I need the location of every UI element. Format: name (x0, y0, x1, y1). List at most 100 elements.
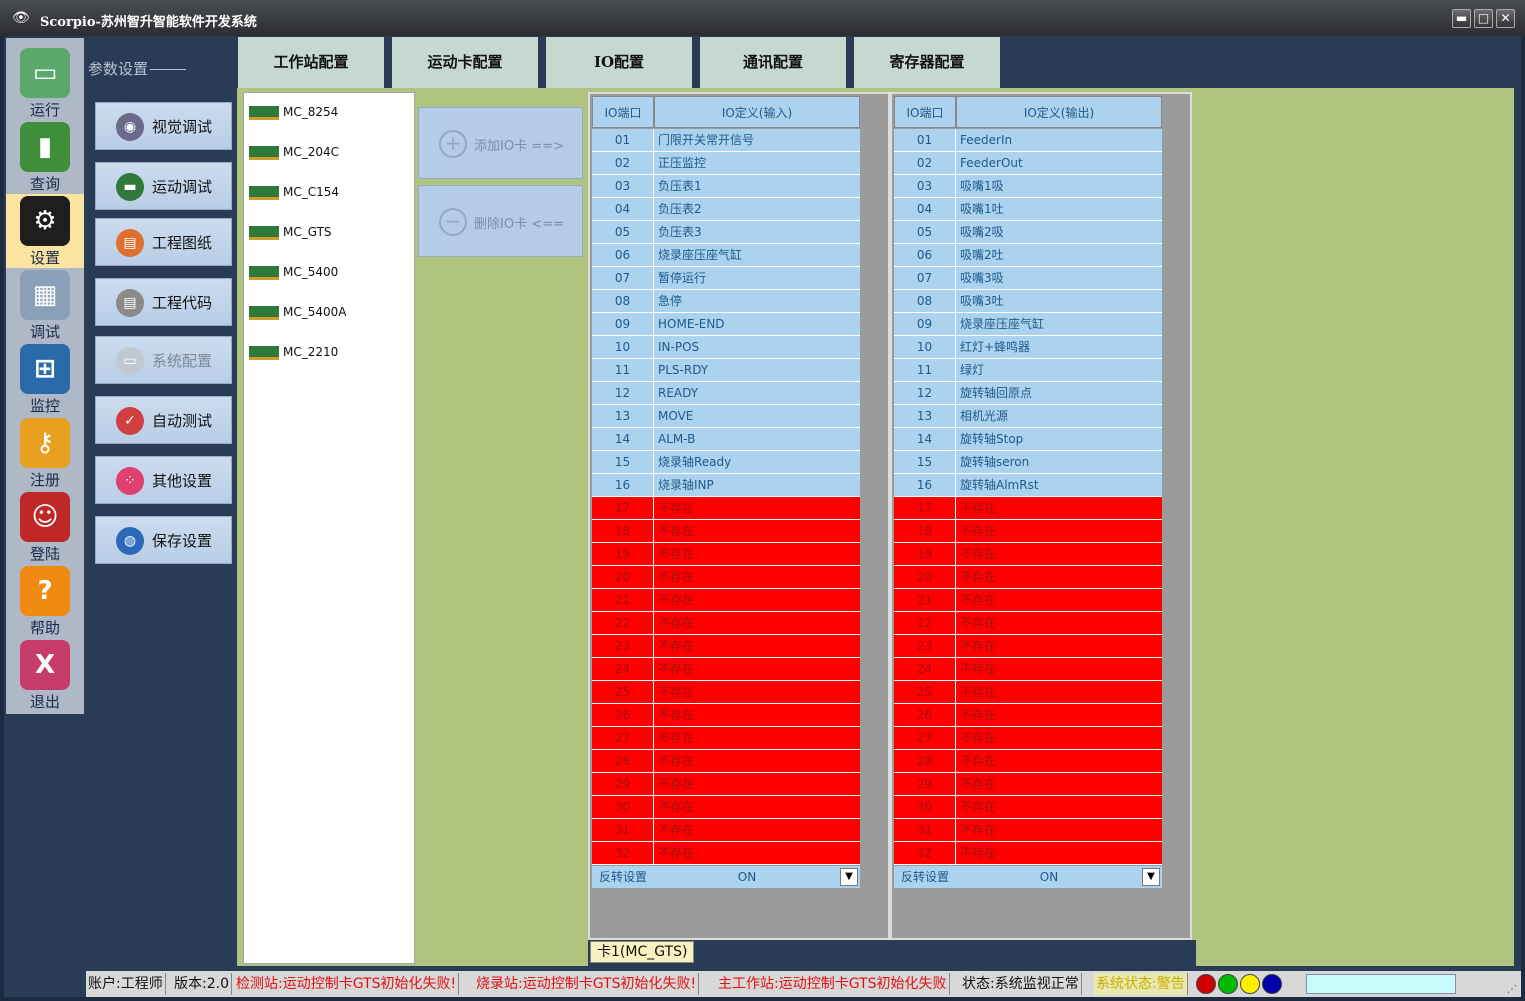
table-row[interactable]: 08 吸嘴3吐 (894, 290, 1162, 313)
param-button-5[interactable]: ✓ 自动测试 (95, 396, 232, 444)
table-row[interactable]: 10 红灯+蜂鸣器 (894, 336, 1162, 359)
table-row[interactable]: 28 不存在 (894, 750, 1162, 773)
reverse-setting-value[interactable]: ON (958, 866, 1140, 888)
table-row[interactable]: 28 不存在 (592, 750, 860, 773)
nav-item-6[interactable]: ☺ 登陆 (6, 490, 84, 564)
table-row[interactable]: 17 不存在 (894, 497, 1162, 520)
table-row[interactable]: 27 不存在 (592, 727, 860, 750)
nav-item-4[interactable]: ⊞ 监控 (6, 342, 84, 416)
nav-item-1[interactable]: ▮ 查询 (6, 120, 84, 194)
table-row[interactable]: 01 门限开关常开信号 (592, 129, 860, 152)
minimize-button[interactable]: ▬ (1452, 9, 1471, 28)
card-item[interactable]: MC_5400 (249, 262, 409, 286)
table-row[interactable]: 10 IN-POS (592, 336, 860, 359)
nav-item-2[interactable]: ⚙ 设置 (6, 194, 84, 268)
table-row[interactable]: 23 不存在 (592, 635, 860, 658)
table-row[interactable]: 07 暂停运行 (592, 267, 860, 290)
table-row[interactable]: 24 不存在 (592, 658, 860, 681)
table-row[interactable]: 25 不存在 (592, 681, 860, 704)
card-item[interactable]: MC_GTS (249, 222, 409, 246)
chevron-down-icon[interactable]: ▼ (1142, 868, 1160, 886)
table-row[interactable]: 15 旋转轴seron (894, 451, 1162, 474)
table-row[interactable]: 25 不存在 (894, 681, 1162, 704)
table-row[interactable]: 13 相机光源 (894, 405, 1162, 428)
param-button-7[interactable]: ◍ 保存设置 (95, 516, 232, 564)
table-row[interactable]: 22 不存在 (894, 612, 1162, 635)
table-row[interactable]: 14 ALM-B (592, 428, 860, 451)
table-row[interactable]: 11 绿灯 (894, 359, 1162, 382)
table-row[interactable]: 17 不存在 (592, 497, 860, 520)
table-row[interactable]: 27 不存在 (894, 727, 1162, 750)
table-row[interactable]: 12 READY (592, 382, 860, 405)
table-row[interactable]: 23 不存在 (894, 635, 1162, 658)
table-row[interactable]: 05 负压表3 (592, 221, 860, 244)
nav-item-3[interactable]: ▦ 调试 (6, 268, 84, 342)
table-row[interactable]: 06 吸嘴2吐 (894, 244, 1162, 267)
table-row[interactable]: 14 旋转轴Stop (894, 428, 1162, 451)
table-row[interactable]: 29 不存在 (592, 773, 860, 796)
table-row[interactable]: 04 负压表2 (592, 198, 860, 221)
param-button-2[interactable]: ▤ 工程图纸 (95, 218, 232, 266)
table-row[interactable]: 24 不存在 (894, 658, 1162, 681)
resize-grip-icon[interactable]: ⋰ (1507, 984, 1517, 995)
table-row[interactable]: 31 不存在 (894, 819, 1162, 842)
table-row[interactable]: 21 不存在 (592, 589, 860, 612)
card-item[interactable]: MC_2210 (249, 342, 409, 366)
table-row[interactable]: 16 烧录轴INP (592, 474, 860, 497)
param-button-1[interactable]: ▬ 运动调试 (95, 162, 232, 210)
table-row[interactable]: 02 FeederOut (894, 152, 1162, 175)
motion-card-list[interactable]: MC_8254 MC_204C MC_C154 MC_GTS MC_5400 MC_540… (243, 92, 415, 964)
table-row[interactable]: 32 不存在 (592, 842, 860, 865)
table-row[interactable]: 20 不存在 (894, 566, 1162, 589)
table-row[interactable]: 30 不存在 (592, 796, 860, 819)
table-row[interactable]: 12 旋转轴回原点 (894, 382, 1162, 405)
nav-item-7[interactable]: ? 帮助 (6, 564, 84, 638)
card-item[interactable]: MC_8254 (249, 102, 409, 126)
param-button-0[interactable]: ◉ 视觉调试 (95, 102, 232, 150)
nav-item-8[interactable]: X 退出 (6, 638, 84, 712)
table-row[interactable]: 19 不存在 (894, 543, 1162, 566)
table-row[interactable]: 22 不存在 (592, 612, 860, 635)
table-row[interactable]: 04 吸嘴1吐 (894, 198, 1162, 221)
table-row[interactable]: 11 PLS-RDY (592, 359, 860, 382)
table-row[interactable]: 29 不存在 (894, 773, 1162, 796)
chevron-down-icon[interactable]: ▼ (840, 868, 858, 886)
table-row[interactable]: 31 不存在 (592, 819, 860, 842)
card-tab[interactable]: 卡1(MC_GTS) (590, 941, 695, 963)
table-row[interactable]: 09 烧录座压座气缸 (894, 313, 1162, 336)
table-row[interactable]: 32 不存在 (894, 842, 1162, 865)
table-row[interactable]: 16 旋转轴AlmRst (894, 474, 1162, 497)
param-button-6[interactable]: ⁘ 其他设置 (95, 456, 232, 504)
reverse-setting-value[interactable]: ON (656, 866, 838, 888)
table-row[interactable]: 18 不存在 (894, 520, 1162, 543)
table-row[interactable]: 07 吸嘴3吸 (894, 267, 1162, 290)
delete-io-card-button[interactable]: − 删除IO卡 <== (418, 185, 583, 257)
table-row[interactable]: 05 吸嘴2吸 (894, 221, 1162, 244)
table-row[interactable]: 03 吸嘴1吸 (894, 175, 1162, 198)
tab-2[interactable]: IO配置 (546, 37, 694, 88)
maximize-button[interactable]: □ (1474, 9, 1493, 28)
table-row[interactable]: 03 负压表1 (592, 175, 860, 198)
table-row[interactable]: 01 FeederIn (894, 129, 1162, 152)
param-button-4[interactable]: ▭ 系统配置 (95, 336, 232, 384)
close-button[interactable]: ✕ (1496, 9, 1515, 28)
card-item[interactable]: MC_C154 (249, 182, 409, 206)
card-item[interactable]: MC_204C (249, 142, 409, 166)
table-row[interactable]: 09 HOME-END (592, 313, 860, 336)
table-row[interactable]: 02 正压监控 (592, 152, 860, 175)
tab-0[interactable]: 工作站配置 (238, 37, 386, 88)
table-row[interactable]: 15 烧录轴Ready (592, 451, 860, 474)
tab-4[interactable]: 寄存器配置 (854, 37, 1002, 88)
table-row[interactable]: 26 不存在 (592, 704, 860, 727)
tab-1[interactable]: 运动卡配置 (392, 37, 540, 88)
nav-item-5[interactable]: ⚷ 注册 (6, 416, 84, 490)
table-row[interactable]: 19 不存在 (592, 543, 860, 566)
table-row[interactable]: 06 烧录座压座气缸 (592, 244, 860, 267)
tab-3[interactable]: 通讯配置 (700, 37, 848, 88)
param-button-3[interactable]: ▤ 工程代码 (95, 278, 232, 326)
table-row[interactable]: 13 MOVE (592, 405, 860, 428)
table-row[interactable]: 30 不存在 (894, 796, 1162, 819)
table-row[interactable]: 08 急停 (592, 290, 860, 313)
table-row[interactable]: 21 不存在 (894, 589, 1162, 612)
card-item[interactable]: MC_5400A (249, 302, 409, 326)
